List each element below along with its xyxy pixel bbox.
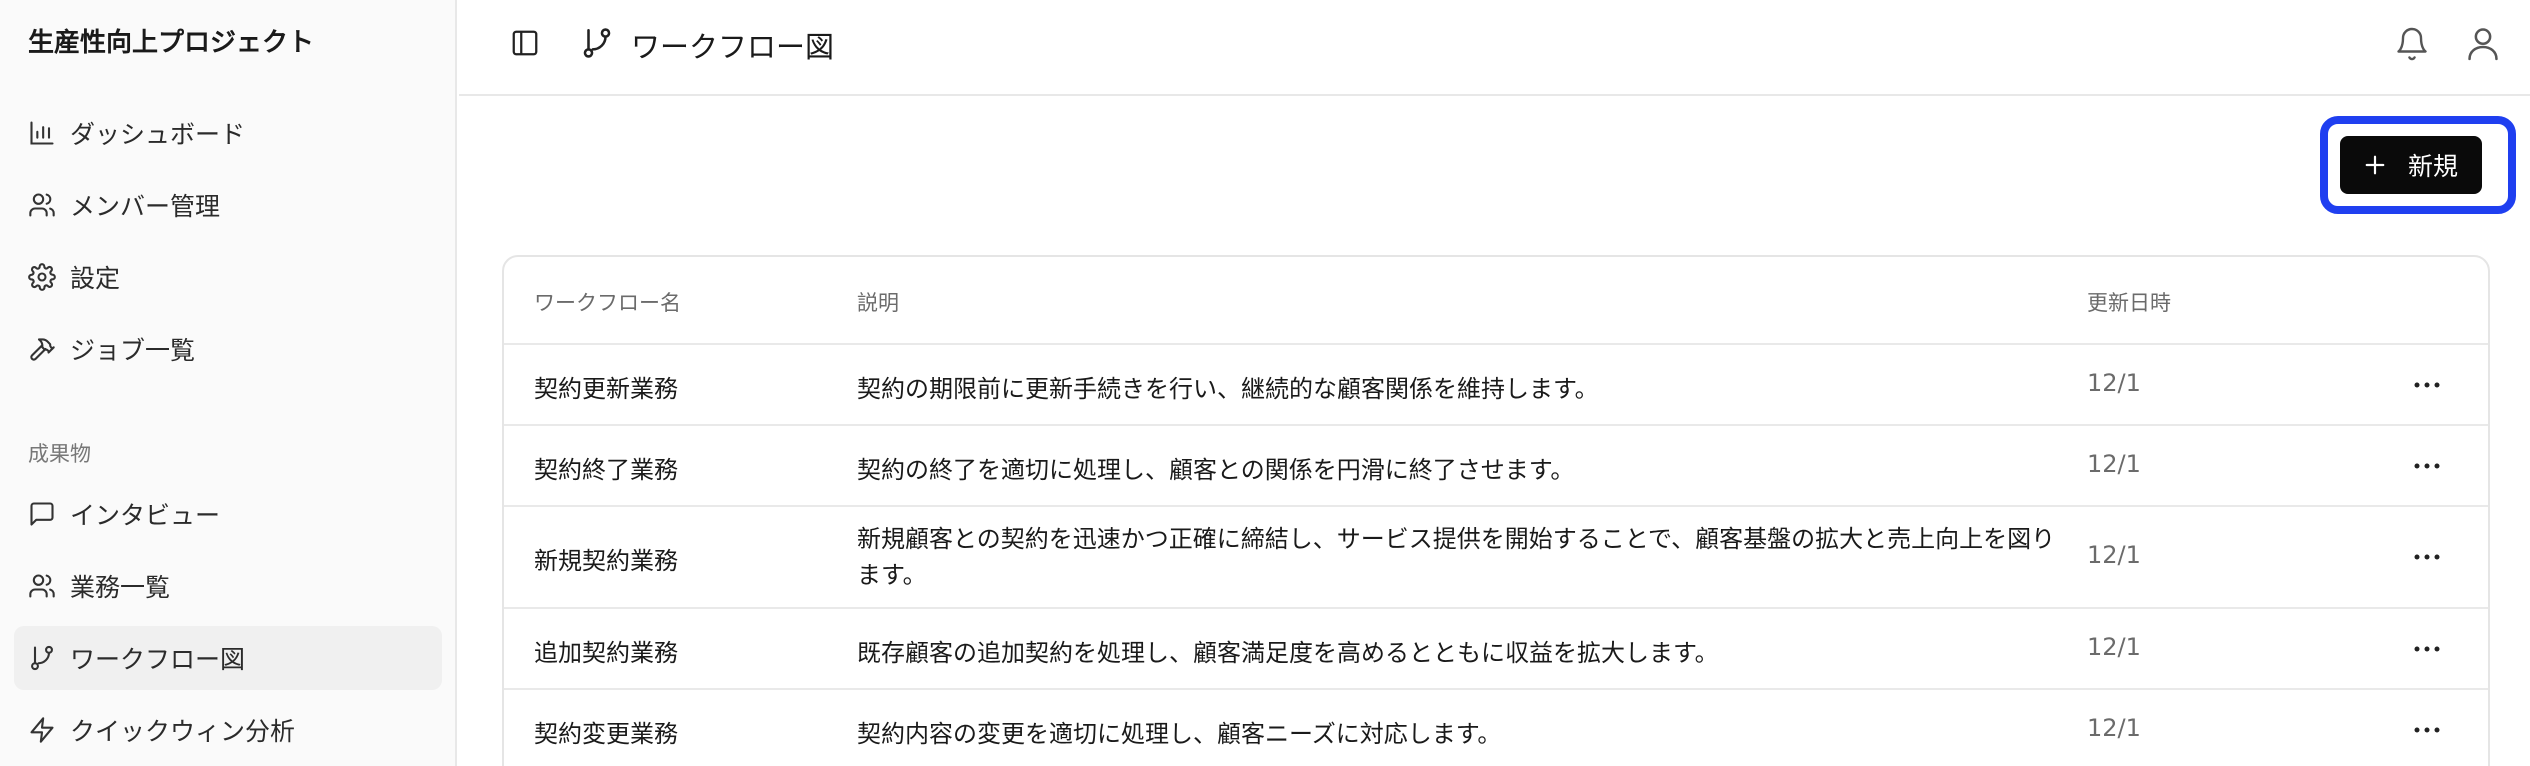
sidebar-item-label: クイックウィン分析 [70,717,296,746]
sidebar-item-business-list[interactable]: 業務一覧 [14,554,442,618]
sidebar-item-settings[interactable]: 設定 [14,245,442,309]
users-icon [28,572,56,600]
table-header: ワークフロー名 説明 更新日時 [504,257,2488,345]
sidebar-item-label: ジョブ一覧 [70,336,196,365]
plus-icon [2364,154,2386,176]
sidebar-item-label: インタビュー [70,501,221,530]
workflow-description: 新規顧客との契約を迅速かつ正確に締結し、サービス提供を開始することで、顧客基盤の… [857,525,2056,589]
column-header-updated: 更新日時 [2087,291,2171,315]
bell-icon[interactable] [2394,26,2430,62]
bar-chart-icon [28,119,56,147]
page-title: ワークフロー図 [631,30,835,64]
sidebar-item-label: メンバー管理 [70,192,221,221]
workflow-table: ワークフロー名 説明 更新日時 契約更新業務 契約の期限前に更新手続きを行い、継… [502,255,2490,766]
workflow-updated: 12/1 [2087,450,2141,478]
message-square-icon [28,500,56,528]
sidebar-item-label: 業務一覧 [70,573,171,602]
workflow-updated: 12/1 [2087,633,2141,661]
table-row[interactable]: 契約更新業務 契約の期限前に更新手続きを行い、継続的な顧客関係を維持します。 1… [504,345,2488,426]
more-horizontal-icon[interactable] [2412,725,2442,735]
project-title: 生産性向上プロジェクト [28,28,315,58]
users-icon [28,191,56,219]
sidebar-item-label: ダッシュボード [70,120,246,149]
new-button-label: 新規 [2407,152,2458,181]
workflow-name: 追加契約業務 [534,639,678,667]
workflow-updated: 12/1 [2087,714,2141,742]
column-header-name: ワークフロー名 [534,291,681,315]
column-header-description: 説明 [857,291,899,315]
workflow-name: 契約更新業務 [534,375,678,403]
table-row[interactable]: 契約終了業務 契約の終了を適切に処理し、顧客との関係を円滑に終了させます。 12… [504,426,2488,507]
sidebar: 生産性向上プロジェクト ダッシュボード メンバー管理 設定 ジョブ一覧 成果物 … [0,0,457,766]
workflow-description: 契約の期限前に更新手続きを行い、継続的な顧客関係を維持します。 [857,375,1599,403]
sidebar-item-workflow[interactable]: ワークフロー図 [14,626,442,690]
sidebar-item-label: 設定 [70,264,121,293]
more-horizontal-icon[interactable] [2412,380,2442,390]
git-branch-icon [28,644,56,672]
more-horizontal-icon[interactable] [2412,644,2442,654]
new-button[interactable]: 新規 [2340,136,2482,194]
sidebar-item-members[interactable]: メンバー管理 [14,173,442,237]
sidebar-item-jobs[interactable]: ジョブ一覧 [14,317,442,381]
sidebar-item-label: ワークフロー図 [70,645,246,674]
sidebar-item-quickwin[interactable]: クイックウィン分析 [14,698,442,762]
workflow-description: 既存顧客の追加契約を処理し、顧客満足度を高めるとともに収益を拡大します。 [857,639,1719,667]
workflow-name: 契約変更業務 [534,720,678,748]
user-icon[interactable] [2464,24,2502,62]
more-horizontal-icon[interactable] [2412,552,2442,562]
gear-icon [28,263,56,291]
git-branch-icon [580,26,614,60]
table-row[interactable]: 新規契約業務 新規顧客との契約を迅速かつ正確に締結し、サービス提供を開始すること… [504,507,2488,609]
workflow-description: 契約内容の変更を適切に処理し、顧客ニーズに対応します。 [857,720,1502,748]
workflow-description: 契約の終了を適切に処理し、顧客との関係を円滑に終了させます。 [857,456,1575,484]
section-label-deliverables: 成果物 [28,442,91,466]
zap-icon [28,716,56,744]
hammer-icon [28,335,56,363]
table-row[interactable]: 追加契約業務 既存顧客の追加契約を処理し、顧客満足度を高めるとともに収益を拡大し… [504,609,2488,690]
new-button-highlight: 新規 [2320,116,2516,214]
sidebar-item-dashboard[interactable]: ダッシュボード [14,101,442,165]
top-header: ワークフロー図 [459,0,2530,96]
workflow-name: 新規契約業務 [534,547,678,575]
sidebar-item-interview[interactable]: インタビュー [14,482,442,546]
more-horizontal-icon[interactable] [2412,461,2442,471]
sidebar-toggle-icon[interactable] [510,28,540,58]
table-row[interactable]: 契約変更業務 契約内容の変更を適切に処理し、顧客ニーズに対応します。 12/1 [504,690,2488,766]
workflow-updated: 12/1 [2087,369,2141,397]
workflow-name: 契約終了業務 [534,456,678,484]
workflow-updated: 12/1 [2087,541,2141,569]
